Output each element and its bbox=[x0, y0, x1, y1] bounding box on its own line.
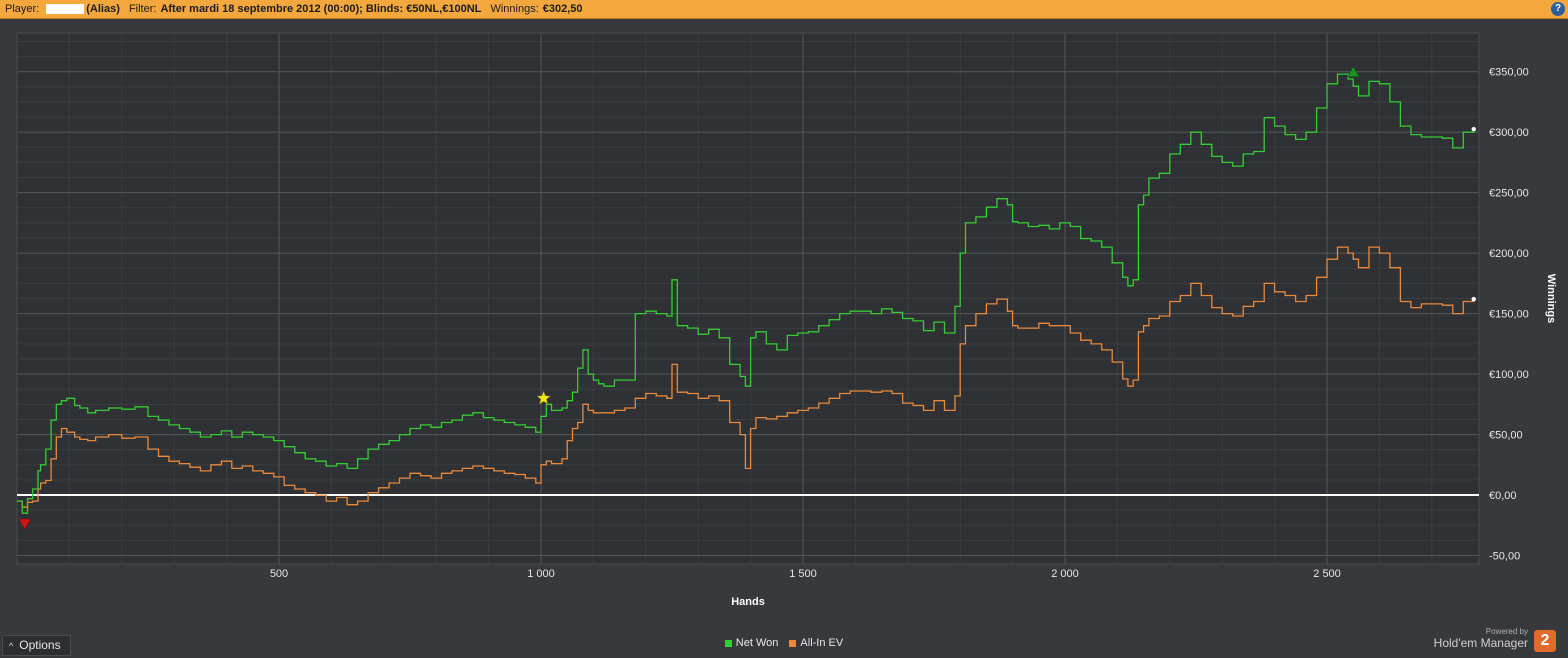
x-tick-label: 1 500 bbox=[789, 568, 817, 580]
y-tick-label: €200,00 bbox=[1489, 248, 1529, 260]
branding: Powered by Hold'em Manager bbox=[1434, 627, 1528, 650]
product-name: Hold'em Manager bbox=[1433, 636, 1528, 650]
y-axis-label: Winnings bbox=[1545, 274, 1557, 323]
y-tick-label: €150,00 bbox=[1489, 309, 1529, 321]
winnings-value: €302,50 bbox=[542, 3, 583, 15]
player-label: Player: bbox=[5, 3, 40, 15]
x-tick-label: 2 000 bbox=[1051, 568, 1079, 580]
powered-by-label: Powered by bbox=[1485, 627, 1528, 636]
winnings-label: Winnings: bbox=[490, 3, 539, 15]
y-tick-label: €350,00 bbox=[1489, 67, 1529, 79]
x-tick-label: 2 500 bbox=[1313, 568, 1341, 580]
y-tick-label: €50,00 bbox=[1489, 430, 1523, 442]
legend-label-all-in-ev: All-In EV bbox=[800, 637, 844, 649]
x-axis-label: Hands bbox=[731, 596, 765, 608]
legend-swatch-all-in-ev bbox=[789, 639, 797, 647]
player-name-redacted bbox=[46, 4, 85, 15]
y-tick-label: €250,00 bbox=[1489, 188, 1529, 200]
x-tick-label: 1 000 bbox=[527, 568, 555, 580]
y-tick-label: €100,00 bbox=[1489, 369, 1529, 381]
y-tick-label: €0,00 bbox=[1489, 490, 1517, 502]
winnings-graph: -50,00 €0,00 €50,00 €100,00 €150,00 €200,00 €2… bbox=[16, 32, 1557, 608]
chart-legend: Net Won All-In EV bbox=[0, 637, 1568, 649]
help-icon[interactable]: ? bbox=[1551, 2, 1565, 16]
net-won-end-point bbox=[1471, 126, 1476, 132]
filter-value: After mardi 18 septembre 2012 (00:00); B… bbox=[160, 3, 482, 15]
y-tick-label: -50,00 bbox=[1489, 551, 1520, 563]
x-tick-label: 500 bbox=[270, 568, 288, 580]
player-alias: (Alias) bbox=[86, 3, 120, 15]
filter-label: Filter: bbox=[128, 3, 157, 15]
filter-header-bar: Player: (Alias) Filter: After mardi 18 sep… bbox=[0, 0, 1568, 19]
legend-item-all-in-ev[interactable]: All-In EV bbox=[789, 637, 843, 649]
legend-swatch-net-won bbox=[724, 639, 732, 647]
hm2-logo-icon: 2 bbox=[1534, 630, 1556, 652]
y-tick-label: €300,00 bbox=[1489, 127, 1529, 139]
legend-item-net-won[interactable]: Net Won bbox=[724, 637, 779, 649]
all-in-ev-end-point bbox=[1471, 296, 1476, 302]
legend-label-net-won: Net Won bbox=[735, 637, 779, 649]
